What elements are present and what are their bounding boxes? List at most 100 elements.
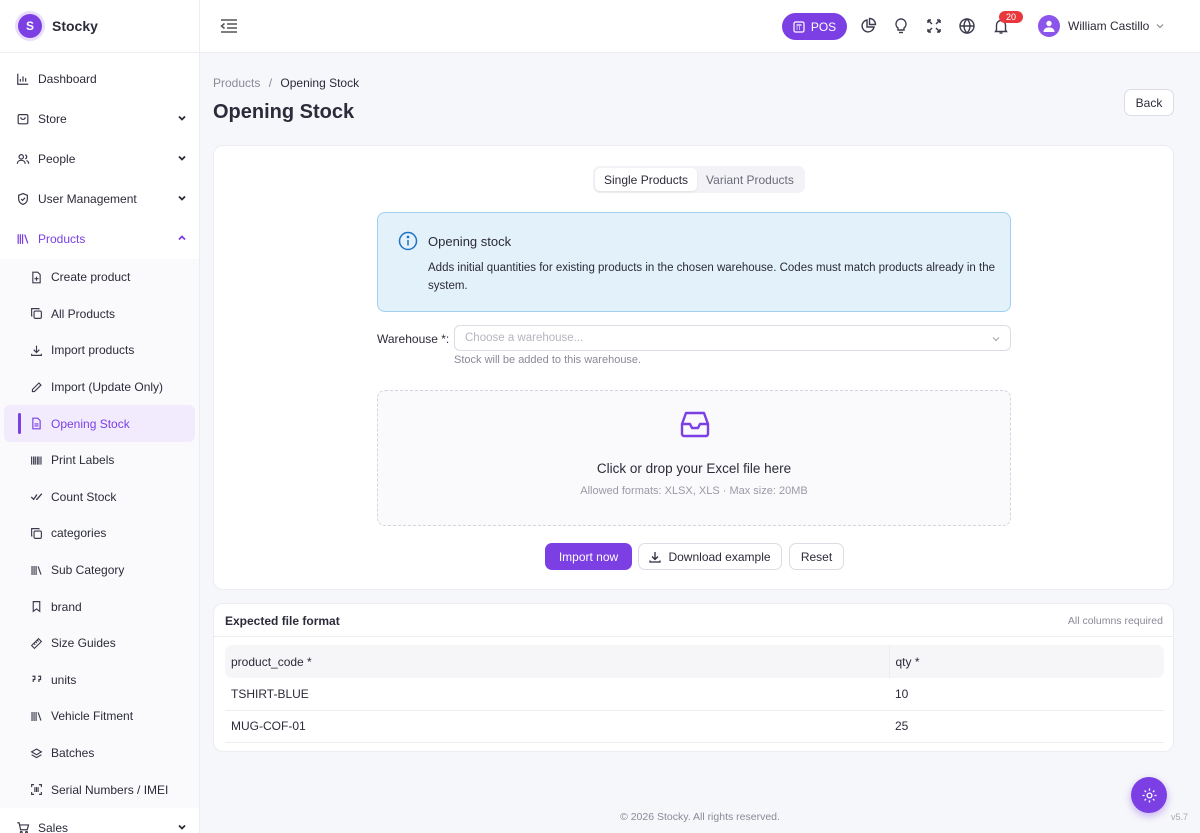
sidebar-subitem-label: brand: [51, 599, 82, 614]
chevron-down-icon: [178, 155, 186, 161]
user-icon: [1043, 20, 1055, 32]
sidebar-subitem-batches[interactable]: Batches: [0, 735, 199, 772]
warehouse-label: Warehouse *:: [377, 332, 450, 346]
sidebar-item-user-management[interactable]: User Management: [0, 179, 199, 219]
fullscreen-icon[interactable]: [925, 17, 943, 35]
import-now-button[interactable]: Import now: [545, 543, 632, 570]
sidebar-item-label: Dashboard: [38, 72, 97, 86]
bookmark-icon: [32, 601, 41, 613]
chevron-down-icon: [178, 115, 186, 121]
breadcrumb-parent[interactable]: Products: [213, 76, 260, 90]
file-plus-icon: [32, 271, 41, 284]
pie-chart-icon[interactable]: [859, 17, 877, 35]
user-name: William Castillo: [1068, 19, 1150, 33]
pos-icon: [793, 20, 805, 33]
column-header-qty: qty *: [889, 645, 1164, 678]
back-button[interactable]: Back: [1124, 89, 1174, 116]
sidebar-item-label: Sales: [38, 820, 69, 833]
file-dropzone[interactable]: Click or drop your Excel file here Allow…: [377, 390, 1011, 526]
reset-button[interactable]: Reset: [789, 543, 844, 570]
sidebar-subitem-size-guides[interactable]: Size Guides: [0, 625, 199, 662]
sidebar-subitem-import-update[interactable]: Import (Update Only): [0, 369, 199, 406]
cell-product-code: MUG-COF-01: [225, 710, 889, 743]
notification-badge: 20: [999, 11, 1023, 23]
sidebar-item-label: People: [38, 152, 76, 166]
globe-icon[interactable]: [958, 17, 976, 35]
download-icon: [31, 345, 42, 356]
warehouse-select[interactable]: Choose a warehouse...: [454, 325, 1011, 351]
sidebar-subitem-vehicle-fitment[interactable]: Vehicle Fitment: [0, 698, 199, 735]
warehouse-help-text: Stock will be added to this warehouse.: [454, 354, 642, 366]
sidebar-subitem-categories[interactable]: categories: [0, 515, 199, 552]
lightbulb-icon[interactable]: [892, 17, 910, 35]
brand-logo: S: [18, 14, 42, 38]
sidebar-subitem-all-products[interactable]: All Products: [0, 296, 199, 333]
copy-icon: [31, 528, 42, 539]
tab-variant-products[interactable]: Variant Products: [697, 168, 803, 191]
sidebar-subitem-label: Import products: [51, 343, 135, 358]
sidebar-subitem-count-stock[interactable]: Count Stock: [0, 479, 199, 516]
sidebar-subitem-import-products[interactable]: Import products: [0, 332, 199, 369]
barcode-icon: [31, 456, 42, 465]
avatar: [1038, 15, 1060, 37]
sidebar-item-label: Store: [38, 112, 67, 126]
file-format-card: Expected file format All columns require…: [213, 603, 1174, 752]
sidebar-item-people[interactable]: People: [0, 139, 199, 179]
alert-title: Opening stock: [428, 234, 512, 249]
sidebar-subitem-create-product[interactable]: Create product: [0, 259, 199, 296]
sidebar-subitem-serial-numbers[interactable]: Serial Numbers / IMEI: [0, 771, 199, 808]
table-header-row: product_code * qty *: [225, 645, 1164, 678]
file-format-note: All columns required: [1067, 615, 1163, 627]
sidebar-item-dashboard[interactable]: Dashboard: [0, 59, 199, 99]
bar-chart-icon: [17, 73, 29, 85]
download-icon: [649, 551, 662, 563]
inbox-icon: [680, 411, 710, 438]
settings-fab[interactable]: [1131, 777, 1167, 813]
cell-product-code: TSHIRT-BLUE: [225, 678, 889, 711]
breadcrumb-current: Opening Stock: [280, 76, 360, 90]
sidebar-subitem-label: Batches: [51, 746, 95, 761]
shield-icon: [18, 192, 28, 206]
dropzone-title: Click or drop your Excel file here: [596, 461, 792, 476]
tab-single-products[interactable]: Single Products: [595, 168, 698, 191]
page-title: Opening Stock: [213, 101, 355, 123]
books-icon: [31, 565, 42, 575]
sidebar-nav: Dashboard Store People User Management P…: [0, 53, 199, 259]
sidebar-subitem-label: Sub Category: [51, 563, 125, 578]
cell-qty: 25: [889, 710, 1164, 743]
sidebar-subitem-label: categories: [51, 526, 107, 541]
pencil-icon: [31, 381, 42, 392]
dropzone-hint: Allowed formats: XLSX, XLS · Max size: 2…: [580, 485, 808, 497]
sidebar-item-label: User Management: [38, 192, 137, 206]
download-example-button[interactable]: Download example: [638, 543, 782, 570]
sidebar-item-products[interactable]: Products: [0, 219, 199, 259]
sidebar-item-label: Products: [38, 232, 86, 246]
menu-toggle-icon[interactable]: [220, 18, 238, 34]
books-icon: [31, 711, 42, 721]
pos-label: POS: [810, 19, 837, 34]
chevron-down-icon: [1156, 24, 1164, 29]
user-menu[interactable]: William Castillo: [1038, 15, 1165, 37]
pos-button[interactable]: POS: [782, 13, 847, 40]
sidebar-subitem-opening-stock[interactable]: Opening Stock: [4, 405, 195, 442]
cart-icon: [17, 822, 30, 833]
sidebar-subitem-units[interactable]: units: [0, 662, 199, 699]
product-type-tabs: Single Products Variant Products: [593, 166, 805, 193]
sidebar-subitem-label: Print Labels: [51, 453, 115, 468]
cell-qty: 10: [889, 678, 1164, 711]
brand[interactable]: S Stocky: [0, 0, 199, 53]
sidebar-item-sales[interactable]: Sales: [0, 808, 199, 833]
sidebar-subitem-label: Count Stock: [51, 489, 117, 504]
sidebar-subitem-label: Vehicle Fitment: [51, 709, 134, 724]
chevron-up-icon: [178, 235, 186, 241]
check-icon: [30, 493, 43, 501]
breadcrumb: Products / Opening Stock: [213, 76, 359, 90]
import-card: Single Products Variant Products Opening…: [213, 145, 1174, 590]
sidebar-subitem-sub-category[interactable]: Sub Category: [0, 552, 199, 589]
sidebar-subitem-label: All Products: [51, 306, 116, 321]
sidebar-item-store[interactable]: Store: [0, 99, 199, 139]
download-example-label: Download example: [668, 549, 771, 564]
sidebar-subitem-brand[interactable]: brand: [0, 588, 199, 625]
sidebar-subitem-print-labels[interactable]: Print Labels: [0, 442, 199, 479]
sidebar-subitem-label: Size Guides: [51, 636, 116, 651]
